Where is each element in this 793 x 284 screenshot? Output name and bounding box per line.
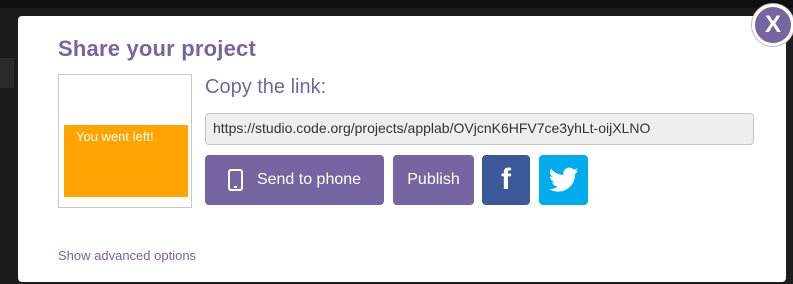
send-to-phone-label: Send to phone: [256, 171, 362, 188]
backdrop: [0, 0, 793, 8]
facebook-share-button[interactable]: f: [482, 155, 530, 205]
project-thumbnail: You went left!: [58, 74, 192, 208]
show-advanced-options-link[interactable]: Show advanced options: [58, 248, 196, 263]
publish-button[interactable]: Publish: [393, 155, 474, 205]
thumbnail-text: You went left!: [76, 129, 154, 144]
dialog-title: Share your project: [58, 36, 256, 61]
share-dialog: Share your project You went left! Copy t…: [18, 16, 786, 282]
publish-label: Publish: [407, 171, 460, 188]
close-icon: X: [764, 11, 781, 38]
facebook-icon: f: [501, 163, 511, 196]
thumbnail-screen: You went left!: [64, 125, 188, 197]
share-link-field[interactable]: https://studio.code.org/projects/applab/…: [205, 113, 754, 145]
twitter-share-button[interactable]: [539, 155, 588, 205]
twitter-icon: [548, 167, 578, 192]
close-button[interactable]: X: [752, 4, 793, 46]
copy-link-label: Copy the link:: [205, 76, 327, 98]
backdrop-band: [0, 58, 14, 88]
phone-icon: [227, 169, 243, 191]
send-to-phone-button[interactable]: Send to phone: [205, 155, 384, 205]
